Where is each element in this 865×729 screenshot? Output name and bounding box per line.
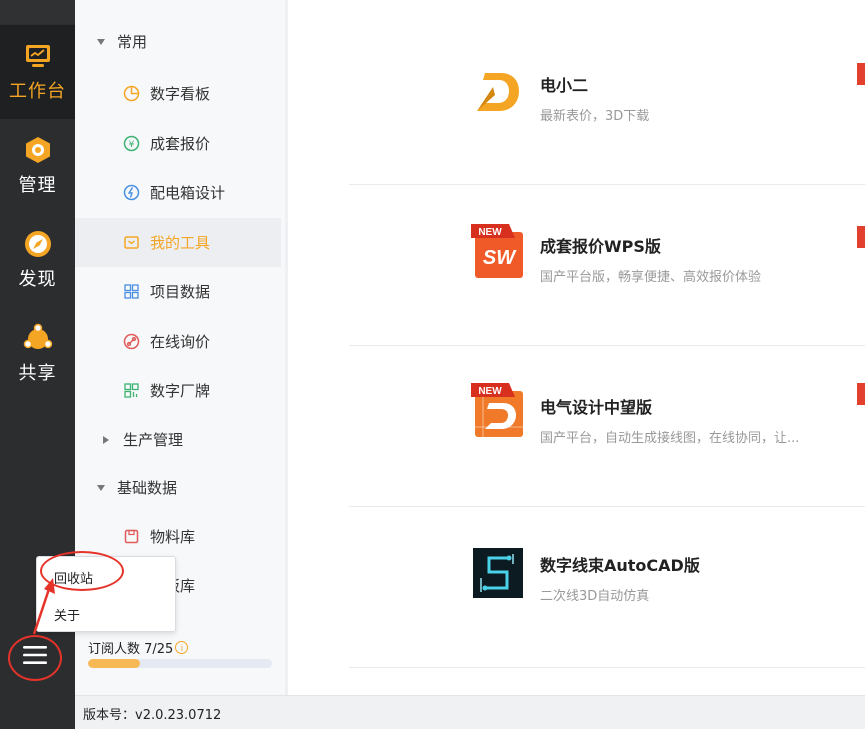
tool-desc: 国产平台版，畅享便捷、高效报价体验 <box>540 270 762 285</box>
tool-desc: 二次线3D自动仿真 <box>540 589 650 604</box>
tool-info: 成套报价WPS版 国产平台版，畅享便捷、高效报价体验 <box>540 233 761 285</box>
sidebar-item-my-tools[interactable]: 我的工具 <box>75 217 281 267</box>
rail-top-gap <box>0 0 75 24</box>
subscription-count: 订阅人数 7/25 <box>88 642 174 657</box>
new-badge-text: NEW <box>478 227 502 238</box>
rail-item-share[interactable]: 共享 <box>0 307 75 401</box>
tool-list: 电小二 最新表价，3D下载 NEW SW 成套报价WPS版 国产平台版，畅享便捷… <box>288 0 865 695</box>
annotation-arrow <box>32 578 55 635</box>
sidebar-item-label: 在线询价 <box>150 332 211 351</box>
svg-text:¥: ¥ <box>128 140 134 150</box>
status-bar: 版本号：v2.0.23.0712 <box>75 695 865 729</box>
sidebar-item-label: 数字看板 <box>150 85 211 104</box>
tool-title: 电气设计中望版 <box>540 398 653 417</box>
hexagon-gear-icon <box>23 135 53 165</box>
tool-card-autocad-harness[interactable]: 数字线束AutoCAD版 二次线3D自动仿真 <box>349 508 865 668</box>
lightning-icon <box>122 184 140 202</box>
tree-group-label: 常用 <box>117 33 148 51</box>
yen-icon: ¥ <box>122 134 140 152</box>
rail-label: 管理 <box>18 175 57 196</box>
tool-info: 电小二 最新表价，3D下载 <box>540 72 649 124</box>
annotation-circle-menu-button <box>8 635 62 681</box>
share-nodes-icon <box>23 323 53 353</box>
tree-group-label: 基础数据 <box>117 479 178 497</box>
sidebar-tree-list: 常用 数字看板 ¥ 成套报价 配电箱设计 我的工具 项目数据 在线询价 数字厂牌… <box>75 14 281 611</box>
tool-info: 电气设计中望版 国产平台，自动生成接线图，在线协同，让... <box>540 394 799 446</box>
rail-label: 发现 <box>18 269 57 290</box>
version-text: 版本号：v2.0.23.0712 <box>83 708 222 723</box>
box-icon <box>122 527 140 545</box>
tool-card-wps-quotation[interactable]: NEW SW 成套报价WPS版 国产平台版，畅享便捷、高效报价体验 <box>349 186 865 346</box>
new-badge-edge <box>857 226 865 248</box>
tool-desc: 最新表价，3D下载 <box>540 109 650 124</box>
sw-logo: NEW SW <box>471 224 523 278</box>
tool-card-dianxiaoer[interactable]: 电小二 最新表价，3D下载 <box>349 25 865 185</box>
sidebar-item-digital-brand[interactable]: 数字厂牌 <box>75 366 281 416</box>
pie-chart-icon <box>122 85 140 103</box>
dianxiaoer-logo <box>471 65 523 117</box>
tool-title: 数字线束AutoCAD版 <box>540 556 700 575</box>
sidebar-item-dashboard[interactable]: 数字看板 <box>75 69 281 119</box>
new-badge-edge <box>857 63 865 85</box>
link-icon <box>122 332 140 350</box>
subscription-progress-fill <box>88 659 140 668</box>
rail-item-discover[interactable]: 发现 <box>0 213 75 307</box>
sidebar-item-label: 项目数据 <box>150 283 211 302</box>
sidebar-item-project-data[interactable]: 项目数据 <box>75 267 281 317</box>
sidebar-item-distribution-box-design[interactable]: 配电箱设计 <box>75 168 281 218</box>
toolbox-icon <box>122 233 140 251</box>
compass-icon <box>23 229 53 259</box>
sidebar-item-label: 数字厂牌 <box>150 382 211 401</box>
sidebar-item-quotation[interactable]: ¥ 成套报价 <box>75 119 281 169</box>
tool-card-zwcad-design[interactable]: NEW 电气设计中望版 国产平台，自动生成接线图，在线协同，让... <box>349 347 865 507</box>
sidebar-item-label: 我的工具 <box>150 233 211 252</box>
zwcad-logo: NEW <box>471 383 523 437</box>
tool-info: 数字线束AutoCAD版 二次线3D自动仿真 <box>540 552 700 604</box>
caret-right-icon <box>103 435 109 444</box>
info-icon[interactable]: i <box>175 641 189 654</box>
monitor-icon <box>23 41 53 71</box>
new-badge-text: NEW <box>478 386 502 397</box>
tool-desc: 国产平台，自动生成接线图，在线协同，让... <box>540 431 800 446</box>
caret-down-icon <box>97 38 105 45</box>
rail-label: 工作台 <box>9 81 66 102</box>
sidebar-item-label: 成套报价 <box>150 134 211 153</box>
caret-down-icon <box>97 484 105 491</box>
svg-text:SW: SW <box>483 247 517 269</box>
new-badge-edge <box>857 383 865 405</box>
sidebar-item-label: 物料库 <box>150 527 196 546</box>
subscription-panel: 订阅人数 7/25 i <box>82 632 282 694</box>
tree-group-production[interactable]: 生产管理 <box>75 416 281 464</box>
rail-item-manage[interactable]: 管理 <box>0 119 75 213</box>
harness-logo <box>473 548 525 600</box>
subscription-label: 订阅人数 7/25 i <box>88 638 189 657</box>
rail-item-workbench[interactable]: 工作台 <box>0 25 75 119</box>
rail-label: 共享 <box>18 363 57 384</box>
sidebar-item-online-inquiry[interactable]: 在线询价 <box>75 317 281 367</box>
tree-group-common[interactable]: 常用 <box>75 14 281 69</box>
tool-title: 成套报价WPS版 <box>540 237 661 256</box>
factory-icon <box>122 382 140 400</box>
grid-icon <box>122 283 140 301</box>
tree-group-label: 生产管理 <box>123 431 184 449</box>
subscription-progress-bar <box>88 659 272 668</box>
tool-title: 电小二 <box>540 76 589 95</box>
sidebar-item-label: 配电箱设计 <box>150 184 226 203</box>
tree-group-base-data[interactable]: 基础数据 <box>75 464 281 512</box>
